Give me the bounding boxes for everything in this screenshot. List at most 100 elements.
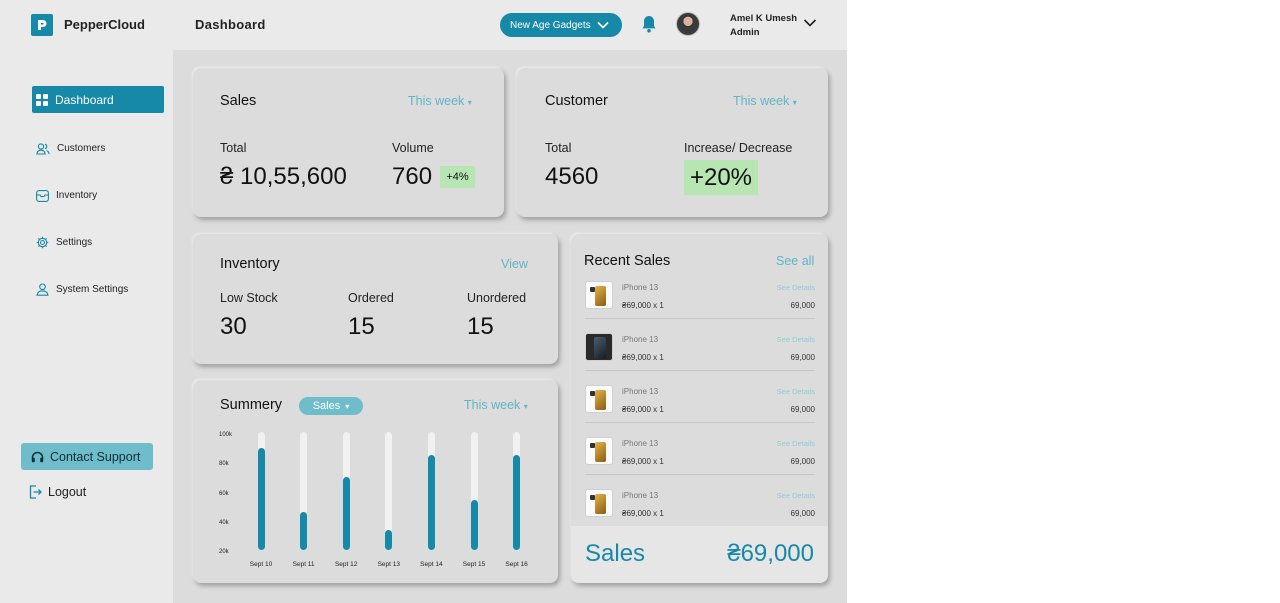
notification-bell-icon[interactable] [640, 14, 658, 34]
store-selector[interactable]: New Age Gadgets [500, 13, 622, 37]
sales-card-title: Sales [220, 93, 257, 109]
main-content: Sales This week ▾ Total ₴ 10,55,600 Volu… [173, 50, 847, 603]
customer-change-badge: +20% [684, 160, 758, 195]
sidebar: Dashboard Customers Inventory Settings S… [0, 50, 173, 603]
chevron-down-icon [597, 21, 609, 29]
inventory-card-title: Inventory [220, 256, 280, 272]
line-total: 69,000 [790, 301, 815, 310]
footer-sales-label: Sales [585, 540, 646, 567]
top-bar: PepperCloud Dashboard New Age Gadgets Am… [0, 0, 847, 50]
inventory-card: Inventory View Low Stock 30 Ordered 15 U… [193, 234, 558, 364]
x-tick-label: Sept 14 [420, 561, 443, 568]
x-tick-label: Sept 15 [462, 561, 486, 568]
row-divider [585, 370, 815, 371]
see-details-link[interactable]: See Details [777, 335, 815, 344]
row-divider [585, 422, 815, 423]
list-item[interactable]: iPhone 13 ₴69,000 x 1 See Details 69,000 [585, 333, 815, 385]
user-icon [36, 283, 49, 296]
sidebar-item-label: Inventory [56, 190, 98, 201]
product-price: ₴69,000 x 1 [622, 301, 664, 310]
low-stock-value: 30 [220, 313, 247, 340]
logout-button[interactable]: Logout [29, 485, 86, 499]
row-divider [585, 474, 815, 475]
see-details-link[interactable]: See Details [777, 439, 815, 448]
caret-down-icon: ▾ [467, 98, 472, 107]
bar[interactable] [513, 455, 521, 550]
recent-sales-title: Recent Sales [584, 253, 671, 269]
store-selector-label: New Age Gadgets [510, 19, 591, 31]
sales-volume-value: 760 [392, 163, 433, 190]
product-name: iPhone 13 [622, 283, 659, 292]
x-tick-label: Sept 13 [377, 561, 400, 568]
customer-change-label: Increase/ Decrease [684, 141, 793, 155]
see-details-link[interactable]: See Details [777, 283, 815, 292]
x-tick-label: Sept 12 [334, 561, 358, 568]
gear-icon [36, 236, 49, 249]
y-tick-label: 20k [219, 549, 229, 555]
see-details-link[interactable]: See Details [777, 491, 815, 500]
inventory-view-link[interactable]: View [501, 257, 528, 271]
sidebar-item-label: Settings [56, 237, 93, 248]
recent-sales-footer: Sales ₴69,000 [571, 526, 828, 583]
customer-period-label: This week [733, 94, 790, 108]
user-menu-chevron-icon[interactable] [803, 18, 817, 28]
page-title: Dashboard [195, 17, 266, 32]
footer-sales-value: ₴69,000 [727, 540, 814, 567]
users-icon [36, 142, 50, 155]
y-tick-label: 40k [219, 519, 229, 526]
product-price: ₴69,000 x 1 [622, 457, 664, 466]
sidebar-item-label: Customers [57, 143, 106, 154]
unordered-label: Unordered [467, 291, 527, 305]
avatar[interactable] [676, 12, 700, 36]
summary-card: Summery Sales ▾ This week ▾ 100k 80k 60k 40k… [193, 380, 558, 583]
y-tick-label: 100k [219, 432, 233, 438]
x-tick-label: Sept 11 [292, 561, 315, 568]
x-tick-label: Sept 10 [249, 561, 273, 568]
sales-period-dropdown[interactable]: This week ▾ [408, 94, 472, 108]
bar[interactable] [385, 529, 393, 550]
bar[interactable] [470, 500, 478, 550]
sales-period-label: This week [408, 94, 465, 108]
see-all-link[interactable]: See all [776, 254, 814, 268]
list-item[interactable]: iPhone 13 ₴69,000 x 1 See Details 69,000 [585, 281, 815, 333]
recent-sales-card: Recent Sales See all iPhone 13 ₴69,000 x… [571, 234, 828, 583]
sidebar-item-label: Dashboard [55, 92, 114, 107]
contact-support-label: Contact Support [50, 449, 141, 464]
see-details-link[interactable]: See Details [777, 387, 815, 396]
product-thumbnail [585, 437, 613, 465]
x-tick-label: Sept 16 [505, 561, 528, 568]
sidebar-item-dashboard[interactable]: Dashboard [32, 86, 164, 113]
user-role: Admin [730, 27, 760, 38]
list-item[interactable]: iPhone 13 ₴69,000 x 1 See Details 69,000 [585, 385, 815, 437]
sales-volume-label: Volume [392, 141, 434, 155]
product-thumbnail [585, 281, 613, 309]
line-total: 69,000 [790, 353, 815, 362]
product-thumbnail [585, 333, 613, 361]
customer-total-label: Total [545, 141, 572, 155]
sales-card: Sales This week ▾ Total ₴ 10,55,600 Volu… [193, 68, 504, 217]
customer-period-dropdown[interactable]: This week ▾ [733, 94, 797, 108]
app-window: PepperCloud Dashboard New Age Gadgets Am… [0, 0, 847, 603]
contact-support-button[interactable]: Contact Support [21, 443, 153, 470]
list-item[interactable]: iPhone 13 ₴69,000 x 1 See Details 69,000 [585, 437, 815, 489]
sidebar-item-settings[interactable]: Settings [32, 229, 164, 256]
logout-label: Logout [48, 485, 87, 499]
logout-icon [29, 485, 42, 499]
y-tick-label: 60k [219, 490, 229, 497]
sidebar-item-customers[interactable]: Customers [32, 135, 164, 162]
product-price: ₴69,000 x 1 [622, 405, 664, 414]
bar[interactable] [257, 447, 265, 550]
sidebar-item-system-settings[interactable]: System Settings [32, 276, 164, 303]
sales-total-label: Total [220, 141, 247, 155]
bar[interactable] [300, 512, 308, 550]
bar[interactable] [342, 476, 350, 550]
line-total: 69,000 [790, 405, 815, 414]
customer-card: Customer This week ▾ Total 4560 Increase… [517, 68, 828, 217]
customer-card-title: Customer [545, 93, 608, 109]
bar[interactable] [427, 455, 435, 550]
y-tick-label: 80k [219, 461, 229, 468]
sidebar-item-inventory[interactable]: Inventory [32, 182, 164, 209]
product-name: iPhone 13 [622, 439, 659, 448]
product-name: iPhone 13 [622, 387, 659, 396]
brand-logo-icon[interactable] [31, 14, 53, 36]
